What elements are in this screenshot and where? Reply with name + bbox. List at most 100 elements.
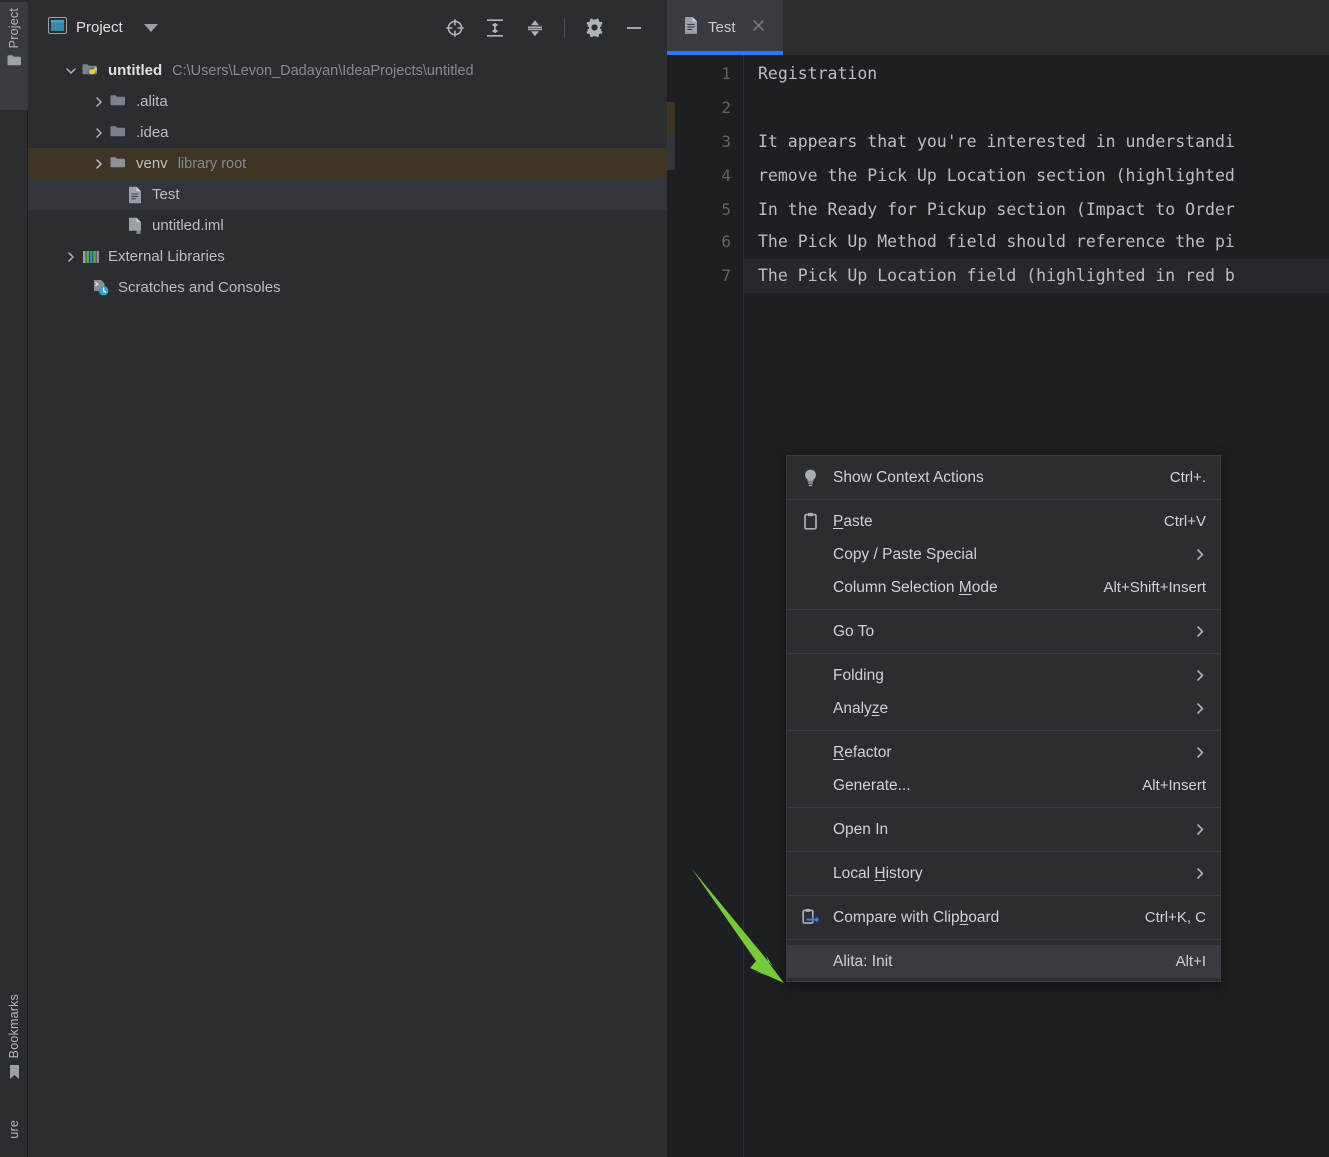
tree-row-untitled-iml[interactable]: untitled.iml (28, 210, 667, 241)
line-number: 4 (721, 166, 731, 185)
chevron-collapsed-icon[interactable] (90, 124, 108, 142)
menu-separator (787, 653, 1220, 654)
clipboard-paste-icon (787, 512, 833, 531)
menu-item-label: Paste (833, 512, 873, 530)
menu-item-refactor[interactable]: Refactor (787, 736, 1220, 769)
menu-item-shortcut: Ctrl+V (1163, 513, 1206, 530)
tree-row-alita[interactable]: .alita (28, 86, 667, 117)
rail-item-bookmarks[interactable]: Bookmarks (0, 988, 28, 1112)
code-line: In the Ready for Pickup section (Impact … (758, 200, 1235, 219)
tree-label-untitled: untitled (108, 62, 163, 79)
chevron-right-icon (1194, 702, 1206, 715)
chevron-expanded-icon[interactable] (62, 62, 80, 80)
chevron-collapsed-icon[interactable] (62, 248, 80, 266)
text-file-icon (124, 186, 146, 204)
line-number: 7 (721, 266, 731, 285)
minimize-dash-icon[interactable] (619, 13, 649, 43)
code-line: The Pick Up Method field should referenc… (758, 232, 1235, 251)
menu-item-label: Go To (833, 622, 875, 640)
menu-item-alita-init[interactable]: Alita: Init Alt+I (787, 945, 1220, 978)
menu-separator (787, 939, 1220, 940)
gear-icon[interactable] (579, 13, 609, 43)
editor-tabbar: Test (667, 0, 1329, 55)
menu-item-open-in[interactable]: Open In (787, 813, 1220, 846)
chevron-collapsed-icon[interactable] (90, 155, 108, 173)
chevron-collapsed-icon[interactable] (90, 93, 108, 111)
menu-item-shortcut: Ctrl+. (1169, 469, 1206, 486)
menu-item-paste[interactable]: Paste Ctrl+V (787, 505, 1220, 538)
menu-separator (787, 730, 1220, 731)
menu-item-label: Refactor (833, 743, 892, 761)
project-tool-window: Project untitled C:\Users\Levon_Dadayan\… (28, 0, 667, 1157)
project-panel-header: Project (28, 0, 667, 55)
menu-item-copy-paste-special[interactable]: Copy / Paste Special (787, 538, 1220, 571)
menu-item-label: Folding (833, 666, 884, 684)
scratches-clock-icon (90, 279, 112, 297)
bookmark-icon (8, 1064, 21, 1085)
chevron-right-icon (1194, 548, 1206, 561)
code-line: The Pick Up Location field (highlighted … (758, 266, 1235, 285)
menu-item-column-selection-mode[interactable]: Column Selection Mode Alt+Shift+Insert (787, 571, 1220, 604)
chevron-down-icon[interactable] (143, 23, 158, 32)
select-opened-file-button[interactable] (440, 13, 470, 43)
line-number: 5 (721, 200, 731, 219)
chevron-right-icon (1194, 867, 1206, 880)
menu-item-generate[interactable]: Generate... Alt+Insert (787, 769, 1220, 802)
libraries-bars-icon (80, 249, 102, 265)
menu-item-analyze[interactable]: Analyze (787, 692, 1220, 725)
menu-separator (787, 609, 1220, 610)
tree-row-idea[interactable]: .idea (28, 117, 667, 148)
chevron-right-icon (1194, 823, 1206, 836)
rail-item-structure-label: ure (7, 1120, 21, 1139)
project-panel-title-group[interactable]: Project (48, 16, 158, 39)
tree-label-untitled-iml: untitled.iml (152, 217, 224, 234)
menu-item-label: Compare with Clipboard (833, 908, 1000, 926)
tree-row-test[interactable]: Test (28, 179, 667, 210)
code-line: remove the Pick Up Location section (hig… (758, 166, 1235, 185)
rail-item-bookmarks-label: Bookmarks (7, 994, 21, 1059)
tree-row-external-libraries[interactable]: External Libraries (28, 241, 667, 272)
menu-item-label: Column Selection Mode (833, 578, 998, 596)
gutter-marker-venv (667, 102, 675, 136)
code-line: Registration (758, 64, 878, 83)
tree-row-venv[interactable]: venv library root (28, 148, 667, 179)
close-icon[interactable] (751, 18, 766, 38)
rail-item-structure[interactable]: ure (0, 1118, 28, 1157)
expand-all-button[interactable] (480, 13, 510, 43)
menu-item-shortcut: Ctrl+K, C (1144, 909, 1206, 926)
python-module-folder-icon (80, 63, 102, 79)
rail-item-project[interactable]: Project (0, 2, 28, 110)
chevron-right-icon (1194, 625, 1206, 638)
editor-context-menu[interactable]: Show Context Actions Ctrl+. Paste Ctrl+V… (786, 455, 1221, 982)
menu-item-folding[interactable]: Folding (787, 659, 1220, 692)
menu-item-compare-with-clipboard[interactable]: Compare with Clipboard Ctrl+K, C (787, 901, 1220, 934)
code-line: It appears that you're interested in und… (758, 132, 1235, 151)
tab-test-label: Test (708, 19, 736, 36)
tree-label-scratches-and-consoles: Scratches and Consoles (118, 279, 281, 296)
menu-separator (787, 807, 1220, 808)
tree-row-untitled[interactable]: untitled C:\Users\Levon_Dadayan\IdeaProj… (28, 55, 667, 86)
toolbar-divider (564, 17, 565, 38)
project-window-icon (48, 16, 67, 39)
folder-icon (108, 94, 130, 110)
tab-test[interactable]: Test (667, 0, 783, 55)
tree-sublabel-venv-library-root: library root (177, 155, 247, 172)
project-panel-toolbar (440, 0, 649, 55)
menu-item-label: Generate... (833, 776, 911, 794)
menu-item-label: Copy / Paste Special (833, 545, 977, 563)
menu-item-label: Local History (833, 864, 923, 882)
menu-separator (787, 851, 1220, 852)
menu-item-label: Open In (833, 820, 889, 838)
tree-label-alita: .alita (136, 93, 168, 110)
menu-item-show-context-actions[interactable]: Show Context Actions Ctrl+. (787, 461, 1220, 494)
tabbar-empty-space (783, 0, 1329, 55)
menu-item-go-to[interactable]: Go To (787, 615, 1220, 648)
menu-item-label: Alita: Init (833, 952, 893, 970)
chevron-right-icon (1194, 669, 1206, 682)
collapse-all-button[interactable] (520, 13, 550, 43)
tree-row-scratches-and-consoles[interactable]: Scratches and Consoles (28, 272, 667, 303)
menu-separator (787, 895, 1220, 896)
menu-item-local-history[interactable]: Local History (787, 857, 1220, 890)
compare-clipboard-icon (787, 908, 833, 927)
text-file-icon (683, 16, 699, 40)
